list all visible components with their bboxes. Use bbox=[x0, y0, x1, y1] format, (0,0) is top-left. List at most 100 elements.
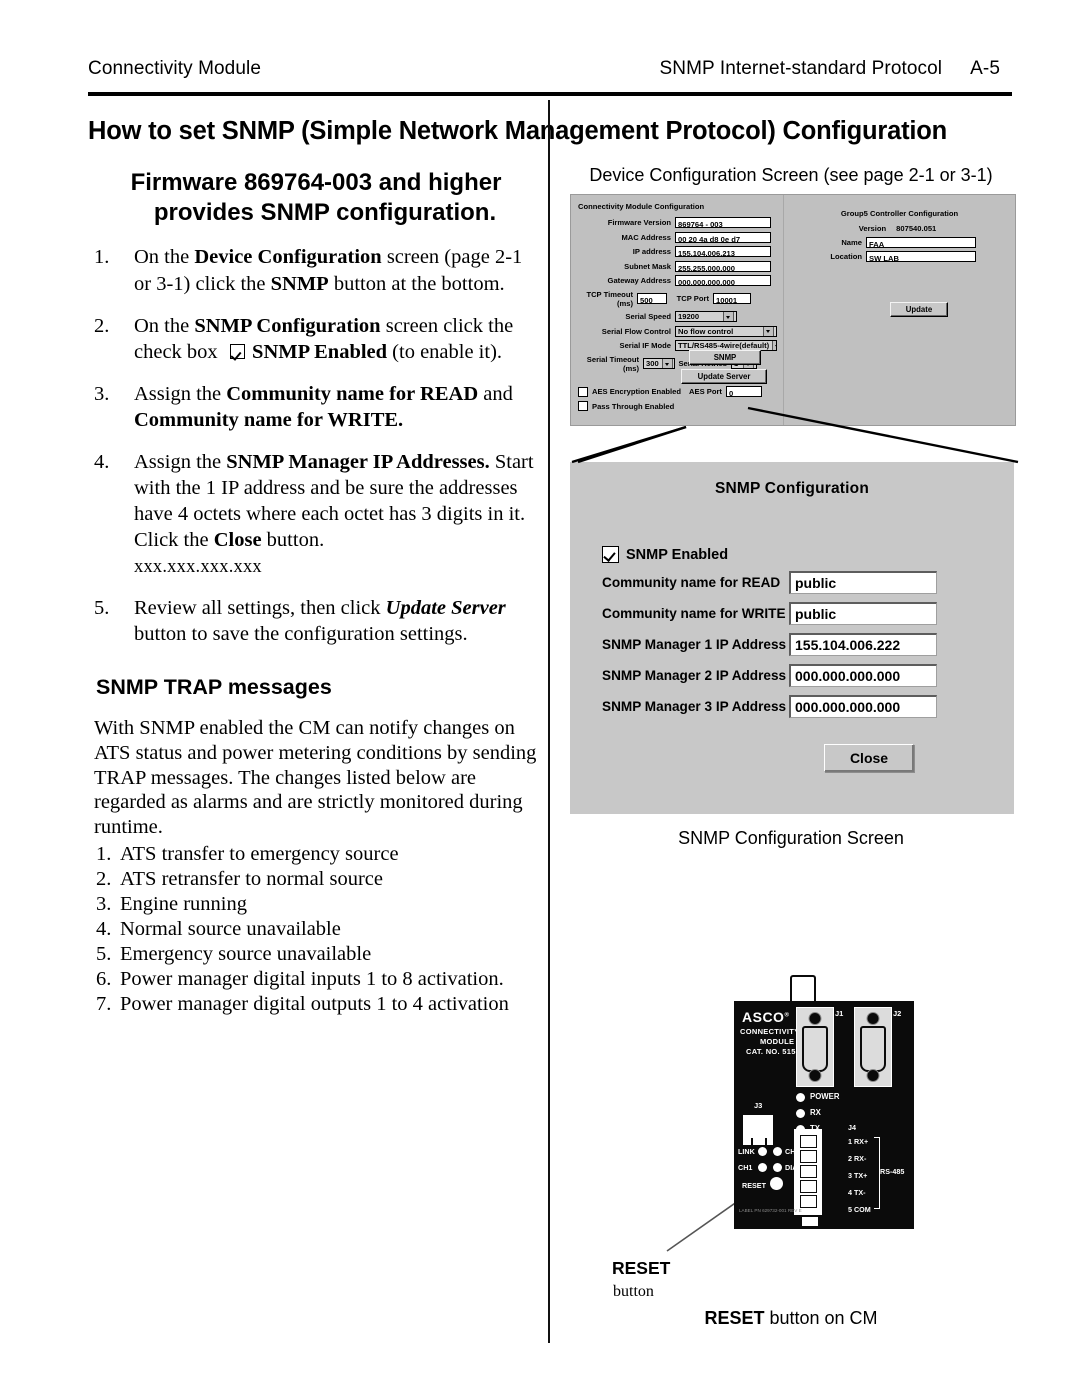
reset-button[interactable] bbox=[770, 1177, 783, 1190]
snmp-dialog-title: SNMP Configuration bbox=[715, 480, 869, 497]
led-rx-label: RX bbox=[810, 1108, 821, 1117]
serial-flow-label: Serial Flow Control bbox=[601, 326, 671, 336]
instruction-step: 2. On the SNMP Configuration screen click… bbox=[92, 313, 540, 365]
trap-item: 4. Normal source unavailable bbox=[92, 917, 540, 942]
cm-field-list: Firmware Version 869764 - 003 MAC Address 0… bbox=[571, 217, 783, 286]
reset-caption: RESET button on CM bbox=[556, 1308, 1026, 1329]
running-header: Connectivity Module SNMP Internet-standa… bbox=[88, 58, 1000, 80]
step-text: On the Device Configuration screen (page… bbox=[134, 246, 523, 295]
snmp-screen-caption: SNMP Configuration Screen bbox=[678, 828, 904, 848]
firmware-heading: Firmware 869764-003 and higher provides … bbox=[92, 168, 540, 228]
snmp-field-input[interactable]: 000.000.000.000 bbox=[789, 664, 937, 687]
trap-number: 5. bbox=[96, 943, 112, 966]
serial-speed-label: Serial Speed bbox=[625, 312, 671, 321]
tcp-timeout-input[interactable]: 500 bbox=[637, 293, 667, 304]
trap-text: Power manager digital inputs 1 to 8 acti… bbox=[120, 968, 504, 991]
tcp-timeout-label: TCP Timeout (ms) bbox=[586, 289, 633, 308]
step-text: Review all settings, then click Update S… bbox=[134, 597, 506, 646]
chevron-down-icon bbox=[772, 341, 776, 350]
reset-button-label: RESET bbox=[742, 1181, 766, 1190]
snmp-field-row: Community name for WRITE public bbox=[602, 602, 1014, 625]
status-ch1-label: CH1 bbox=[738, 1163, 753, 1172]
reset-callout-label: RESET bbox=[612, 1258, 671, 1278]
name-row: Name FAA bbox=[810, 236, 1015, 248]
tcp-port-label: TCP Port bbox=[676, 294, 709, 303]
aes-port-label: AES Port bbox=[689, 387, 722, 396]
firmware-heading-line2: provides SNMP configuration. bbox=[153, 199, 497, 227]
device-field-label: Gateway Address bbox=[607, 276, 671, 285]
pass-through-label: Pass Through Enabled bbox=[592, 401, 675, 411]
snmp-button[interactable]: SNMP bbox=[689, 350, 761, 365]
aes-port-input[interactable]: 0 bbox=[725, 386, 762, 397]
serial-timeout-value: 300 bbox=[646, 359, 659, 368]
trap-number: 6. bbox=[96, 968, 112, 991]
snmp-field-row: SNMP Manager 2 IP Address 000.000.000.000 bbox=[602, 664, 1014, 687]
device-field-label: IP address bbox=[632, 247, 671, 256]
trap-number: 7. bbox=[96, 993, 112, 1016]
step-number: 3. bbox=[94, 382, 110, 405]
serial-flow-row: Serial Flow Control No flow control bbox=[571, 325, 783, 337]
pass-through-row: Pass Through Enabled bbox=[578, 401, 783, 411]
step-text: Assign the SNMP Manager IP Addresses. St… bbox=[134, 450, 534, 577]
tcp-port-input[interactable]: 10001 bbox=[713, 293, 751, 304]
close-button[interactable]: Close bbox=[824, 744, 914, 772]
device-field-input[interactable]: 000.000.000.000 bbox=[675, 275, 771, 286]
step-number: 4. bbox=[94, 450, 110, 473]
snmp-field-row: Community name for READ public bbox=[602, 571, 1014, 594]
device-field-row: Subnet Mask 255.255.000.000 bbox=[571, 260, 783, 272]
header-right-title: SNMP Internet-standard Protocol bbox=[659, 58, 943, 79]
serial-flow-value: No flow control bbox=[678, 326, 734, 336]
trap-text: Engine running bbox=[120, 893, 247, 916]
device-field-input[interactable]: 255.255.000.000 bbox=[675, 260, 771, 272]
aes-encryption-checkbox[interactable] bbox=[578, 386, 588, 397]
serial-flow-select[interactable]: No flow control bbox=[675, 325, 777, 337]
right-column: Device Configuration Screen (see page 2-… bbox=[556, 165, 1026, 849]
trap-item: 5. Emergency source unavailable bbox=[92, 942, 540, 967]
device-field-row: Firmware Version 869764 - 003 bbox=[571, 217, 783, 228]
hardware-line3: CAT. NO. 5150 bbox=[746, 1047, 801, 1056]
document-page: Connectivity Module SNMP Internet-standa… bbox=[0, 0, 1080, 1397]
led-link bbox=[758, 1147, 767, 1156]
name-input[interactable]: FAA bbox=[866, 236, 976, 248]
serial-if-label: Serial IF Mode bbox=[619, 341, 671, 350]
serial-speed-select[interactable]: 19200 bbox=[675, 311, 737, 322]
connector-j2 bbox=[854, 1007, 892, 1087]
update-button[interactable]: Update bbox=[890, 302, 948, 317]
trap-text: Power manager digital outputs 1 to 4 act… bbox=[120, 993, 509, 1016]
snmp-field-input[interactable]: 155.104.006.222 bbox=[789, 633, 937, 656]
trap-item: 6. Power manager digital inputs 1 to 8 ac… bbox=[92, 967, 540, 992]
led-power bbox=[796, 1093, 805, 1102]
serial-timeout-label: Serial Timeout (ms) bbox=[586, 354, 639, 373]
trap-number: 3. bbox=[96, 893, 112, 916]
device-field-input[interactable]: 00 20 4a d8 0e d7 bbox=[675, 231, 771, 243]
snmp-field-input[interactable]: 000.000.000.000 bbox=[789, 695, 937, 718]
chevron-down-icon bbox=[763, 326, 774, 336]
device-field-input[interactable]: 869764 - 003 bbox=[675, 217, 771, 228]
snmp-field-input[interactable]: public bbox=[789, 602, 937, 625]
trap-heading: SNMP TRAP messages bbox=[96, 675, 332, 700]
snmp-enabled-checkbox[interactable] bbox=[602, 546, 619, 563]
device-field-input[interactable]: 155.104.006.213 bbox=[675, 246, 771, 257]
connector-j4-label: J4 bbox=[848, 1123, 856, 1132]
update-server-button[interactable]: Update Server bbox=[681, 369, 767, 384]
version-label: Version bbox=[858, 224, 887, 233]
snmp-field-label: SNMP Manager 3 IP Address bbox=[602, 699, 787, 714]
location-input[interactable]: SW LAB bbox=[866, 251, 976, 262]
serial-timeout-select[interactable]: 300 bbox=[643, 358, 675, 369]
j4-pin-label: 3 TX+ bbox=[848, 1171, 868, 1180]
connector-j3-label: J3 bbox=[754, 1101, 763, 1110]
device-screen-caption: Device Configuration Screen (see page 2-… bbox=[589, 165, 993, 185]
snmp-enabled-row[interactable]: SNMP Enabled bbox=[602, 546, 1014, 563]
trap-text: Normal source unavailable bbox=[120, 918, 341, 941]
snmp-field-rows: Community name for READ public Community n… bbox=[570, 571, 1014, 718]
snmp-field-input[interactable]: public bbox=[789, 571, 937, 594]
trap-item: 7. Power manager digital outputs 1 to 4 a… bbox=[92, 992, 540, 1017]
instruction-step: 1. On the Device Configuration screen (pa… bbox=[92, 244, 540, 296]
snmp-field-label: Community name for READ bbox=[602, 575, 781, 590]
trap-item: 1. ATS transfer to emergency source bbox=[92, 842, 540, 867]
trap-text: ATS retransfer to normal source bbox=[120, 868, 383, 891]
trap-number: 1. bbox=[96, 843, 112, 866]
reset-callout-sub: button bbox=[613, 1283, 654, 1300]
version-row: Version 807540.051 bbox=[784, 224, 1015, 233]
pass-through-checkbox[interactable] bbox=[578, 401, 588, 411]
